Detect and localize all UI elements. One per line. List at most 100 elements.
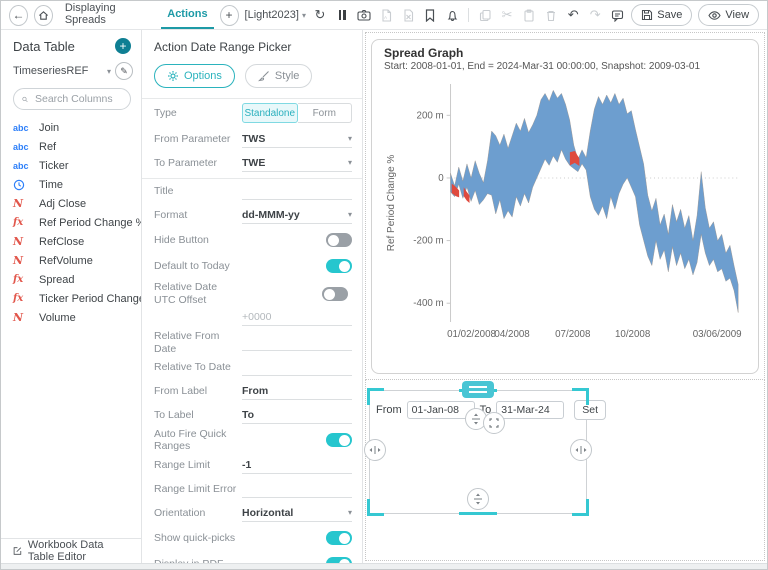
search-columns-input[interactable] <box>33 92 122 106</box>
hide-button-toggle[interactable] <box>326 233 352 247</box>
format-select[interactable]: dd-MMM-yy▾ <box>242 206 352 224</box>
resize-right-handle[interactable] <box>570 439 592 461</box>
type-option-standalone[interactable]: Standalone <box>242 103 298 123</box>
column-item-ref-period-change[interactable]: fxRef Period Change % <box>1 213 141 232</box>
column-item-spread[interactable]: fxSpread <box>1 270 141 289</box>
tab-displaying-spreads[interactable]: Displaying Spreads <box>59 1 155 29</box>
type-option-form[interactable]: Form <box>298 103 353 123</box>
column-item-volume[interactable]: NVolume <box>1 308 141 327</box>
comments-button[interactable] <box>609 6 625 24</box>
default-to-today-toggle[interactable] <box>326 259 352 273</box>
field-range-limit: Range Limit <box>142 453 362 477</box>
chevron-down-icon: ▾ <box>348 134 352 143</box>
range-limit-error-input[interactable] <box>242 481 352 498</box>
search-columns-box[interactable] <box>13 88 131 110</box>
refresh-button[interactable]: ↻ <box>312 6 328 24</box>
relative-to-date-input[interactable] <box>242 359 352 376</box>
title-input[interactable] <box>242 183 352 200</box>
spread-graph-card[interactable]: Spread Graph Start: 2008-01-01, End = 20… <box>371 39 759 374</box>
paste-button <box>521 6 537 24</box>
field-from-label: From Label <box>142 379 362 403</box>
view-button[interactable]: View <box>698 4 759 26</box>
tab-actions[interactable]: Actions <box>161 1 213 29</box>
numeric-column-icon: N <box>13 235 33 248</box>
snapshot-button[interactable] <box>356 6 372 24</box>
field-show-quick-picks: Show quick-picks <box>142 525 362 551</box>
maximize-handle[interactable] <box>483 412 505 434</box>
column-item-refclose[interactable]: NRefClose <box>1 232 141 251</box>
auto-fire-quick-ranges-toggle[interactable] <box>326 433 352 447</box>
save-button[interactable]: Save <box>631 4 692 26</box>
relative-date-utc-offset-toggle[interactable] <box>322 287 348 301</box>
tab-options[interactable]: Options <box>154 64 235 88</box>
view-label: View <box>725 9 749 21</box>
chevron-down-icon: ▾ <box>302 11 306 20</box>
home-button[interactable] <box>34 5 53 26</box>
column-item-ticker[interactable]: abcTicker <box>1 156 141 175</box>
resize-left-handle[interactable] <box>364 439 386 461</box>
to-date-input[interactable] <box>496 401 564 419</box>
chevron-down-icon[interactable]: ▾ <box>107 67 111 76</box>
spread-graph-chart[interactable]: 200 m0-200 m-400 m01/02/200804/200807/20… <box>384 72 746 354</box>
theme-selector[interactable]: [Light2023] ▾ <box>245 9 306 21</box>
svg-text:Ref Period Change %: Ref Period Change % <box>386 155 397 252</box>
notifications-button[interactable] <box>444 6 460 24</box>
undo-button[interactable]: ↶ <box>565 6 581 24</box>
data-table-title: Data Table <box>13 39 75 54</box>
numeric-column-icon: N <box>13 254 33 267</box>
column-item-join[interactable]: abcJoin <box>1 118 141 137</box>
bookmark-icon <box>424 9 436 22</box>
range-limit-input[interactable] <box>242 457 352 474</box>
save-icon <box>641 9 653 21</box>
part-settings-panel: Action Date Range Picker Options Style T… <box>142 30 363 563</box>
add-data-table-button[interactable]: + <box>115 38 131 54</box>
column-item-ref[interactable]: abcRef <box>1 137 141 156</box>
column-item-time[interactable]: Time <box>1 175 141 194</box>
to-label-input[interactable] <box>242 407 352 424</box>
date-range-picker-part[interactable]: From To Set <box>369 390 587 514</box>
field-from-parameter: From Parameter TWS▾ <box>142 127 362 151</box>
to-parameter-select[interactable]: TWE▾ <box>242 154 352 172</box>
brush-icon <box>258 70 270 82</box>
selection-corner <box>367 499 384 516</box>
pause-icon <box>339 10 346 20</box>
move-handle[interactable] <box>462 381 494 398</box>
relative-from-date-input[interactable] <box>242 334 352 351</box>
utc-offset-input[interactable] <box>242 309 352 326</box>
clipboard-icon <box>523 9 535 22</box>
export-excel-button <box>400 6 416 24</box>
column-item-refvolume[interactable]: NRefVolume <box>1 251 141 270</box>
text-column-icon: abc <box>13 123 33 133</box>
from-label-input[interactable] <box>242 383 352 400</box>
formula-column-icon: fx <box>13 217 33 228</box>
column-item-ticker-period-change[interactable]: fxTicker Period Change % <box>1 289 141 308</box>
from-parameter-select[interactable]: TWS▾ <box>242 130 352 148</box>
svg-text:200 m: 200 m <box>417 110 444 121</box>
top-toolbar: ← Displaying Spreads Actions + [Light202… <box>1 1 767 30</box>
app-window: ← Displaying Spreads Actions + [Light202… <box>0 0 768 570</box>
workbook-data-table-editor-button[interactable]: Workbook Data Table Editor <box>1 538 141 563</box>
edit-data-table-button[interactable]: ✎ <box>115 62 133 80</box>
tab-style[interactable]: Style <box>245 64 312 88</box>
pause-button[interactable] <box>334 6 350 24</box>
horizontal-scrollbar-track[interactable] <box>1 563 767 569</box>
data-table-name[interactable]: TimeseriesREF <box>13 65 103 77</box>
bookmark-button[interactable] <box>422 6 438 24</box>
numeric-column-icon: N <box>13 197 33 210</box>
eye-icon <box>708 10 721 21</box>
add-dashboard-button[interactable]: + <box>220 5 239 26</box>
chevron-down-icon: ▾ <box>348 158 352 167</box>
orientation-select[interactable]: Horizontal▾ <box>242 504 352 522</box>
clock-icon <box>13 179 33 191</box>
redo-button: ↷ <box>587 6 603 24</box>
gear-icon <box>167 70 179 82</box>
formula-column-icon: fx <box>13 293 33 304</box>
display-in-pdf-toggle[interactable] <box>326 557 352 563</box>
back-button[interactable]: ← <box>9 5 28 26</box>
split-bottom-handle[interactable] <box>467 488 489 510</box>
bottom-edge-handle[interactable] <box>459 512 497 515</box>
split-horizontal-icon <box>575 445 587 455</box>
show-quick-picks-toggle[interactable] <box>326 531 352 545</box>
column-item-adj-close[interactable]: NAdj Close <box>1 194 141 213</box>
field-utc-offset-value <box>142 309 362 330</box>
